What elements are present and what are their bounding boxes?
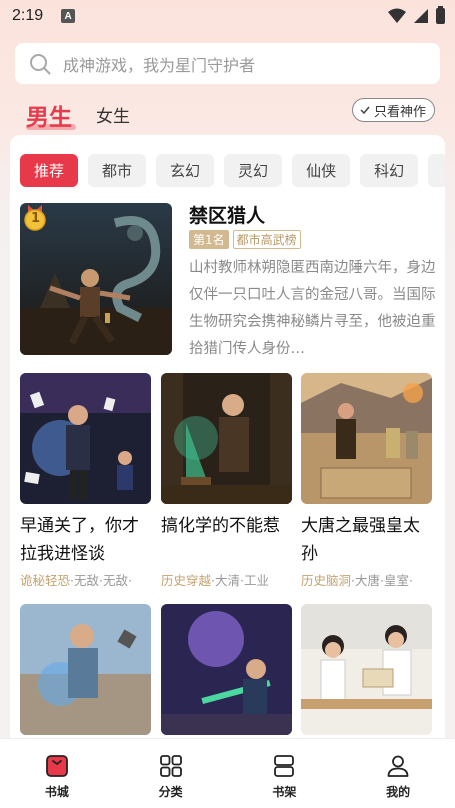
book-cover-art — [301, 604, 432, 735]
battery-icon — [436, 6, 445, 24]
book-card[interactable] — [20, 604, 152, 735]
featured-book[interactable]: 1 禁区猎人 第1名 都市高武榜 山村教师林朔隐匿西南边陲六年，身边仅伴一只口吐… — [20, 201, 440, 357]
nav-categories[interactable]: 分类 — [114, 739, 228, 808]
book-cover-art — [301, 373, 432, 504]
book-cover[interactable] — [20, 373, 151, 504]
bookshelf-icon — [274, 755, 295, 777]
book-tags: 历史脑洞·大唐·皇室· — [301, 570, 432, 589]
nav-label-bookshelf: 书架 — [272, 785, 297, 799]
only-masterpiece-toggle[interactable]: 只看神作 — [351, 98, 435, 122]
featured-book-tags: 第1名 都市高武榜 — [189, 230, 301, 249]
check-icon — [360, 106, 370, 115]
bookstore-icon — [45, 755, 68, 777]
status-time: 2:19 — [12, 7, 44, 24]
featured-book-title[interactable]: 禁区猎人 — [189, 201, 265, 228]
book-cover[interactable] — [301, 373, 432, 504]
tab-female[interactable]: 女生 — [96, 102, 130, 127]
notification-icon: A — [61, 9, 76, 23]
book-sub-tags: ·大唐·皇室· — [351, 573, 413, 588]
only-masterpiece-label: 只看神作 — [373, 104, 426, 120]
book-tags: 诡秘轻恐·无敌·无敌· — [20, 570, 151, 589]
category-chip-fantasy[interactable]: 玄幻 — [156, 154, 215, 187]
book-cover-art — [20, 373, 151, 504]
category-chip-supernatural[interactable]: 灵幻 — [224, 154, 283, 187]
book-cover-art — [20, 604, 151, 735]
search-icon — [30, 53, 51, 74]
category-chips: 推荐 都市 玄幻 灵幻 仙侠 科幻 — [20, 154, 445, 187]
category-chip-urban[interactable]: 都市 — [88, 154, 147, 187]
book-cover[interactable] — [20, 604, 151, 735]
nav-bookshelf[interactable]: 书架 — [228, 739, 342, 808]
wifi-icon — [388, 8, 406, 23]
book-cover[interactable] — [161, 373, 292, 504]
bottom-nav: 书城 分类 书架 我的 — [0, 738, 455, 808]
book-card[interactable]: 大唐之最强皇太孙 历史脑洞·大唐·皇室· — [301, 373, 433, 589]
nav-label-profile: 我的 — [386, 785, 411, 799]
rank-tag: 第1名 — [189, 230, 229, 249]
status-bar: 2:19 A — [0, 0, 455, 32]
nav-profile[interactable]: 我的 — [341, 739, 455, 808]
content-card: 推荐 都市 玄幻 灵幻 仙侠 科幻 1 禁区猎人 第1名 都市高武榜 山村教师林… — [10, 135, 445, 755]
status-icons — [388, 6, 445, 24]
book-title[interactable]: 搞化学的不能惹 — [161, 512, 293, 568]
book-card[interactable]: 搞化学的不能惹 历史穿越·大清·工业 — [161, 373, 293, 589]
search-bar[interactable]: 成神游戏，我为星门守护者 — [15, 43, 440, 84]
gender-tabs: 男生 女生 只看神作 — [0, 96, 455, 132]
featured-book-cover[interactable]: 1 — [20, 203, 172, 355]
book-card[interactable] — [161, 604, 293, 735]
nav-label-categories: 分类 — [158, 785, 183, 799]
book-sub-tags: ·大清·工业 — [211, 573, 269, 588]
book-card[interactable] — [301, 604, 433, 735]
book-cover[interactable] — [301, 604, 432, 735]
featured-book-description: 山村教师林朔隐匿西南边陲六年，身边仅伴一只口吐人言的金冠八哥。当国际生物研究会携… — [189, 260, 436, 357]
category-chip-recommend[interactable]: 推荐 — [20, 154, 79, 187]
nav-bookstore[interactable]: 书城 — [0, 739, 114, 808]
book-cover-art — [161, 373, 292, 504]
grid-icon — [159, 755, 182, 777]
category-chip-scifi[interactable]: 科幻 — [360, 154, 419, 187]
genre-rank-tag[interactable]: 都市高武榜 — [232, 230, 301, 249]
search-placeholder: 成神游戏，我为星门守护者 — [63, 55, 256, 75]
nav-label-bookstore: 书城 — [44, 785, 69, 799]
book-sub-tags: ·无敌·无敌· — [70, 573, 132, 588]
rank-badge-number: 1 — [31, 211, 41, 226]
book-main-tag: 历史脑洞 — [301, 573, 352, 588]
book-main-tag: 历史穿越 — [161, 573, 212, 588]
book-tags: 历史穿越·大清·工业 — [161, 570, 292, 589]
category-chip-more[interactable] — [428, 154, 445, 187]
book-card[interactable]: 早通关了，你才拉我进怪谈 诡秘轻恐·无敌·无敌· — [20, 373, 152, 589]
category-chip-xianxia[interactable]: 仙侠 — [292, 154, 351, 187]
book-cover[interactable] — [161, 604, 292, 735]
book-cover-art — [161, 604, 292, 735]
book-main-tag: 诡秘轻恐 — [20, 573, 71, 588]
book-title[interactable]: 大唐之最强皇太孙 — [301, 512, 433, 568]
tab-male[interactable]: 男生 — [26, 98, 72, 132]
signal-icon — [414, 9, 428, 23]
user-icon — [387, 755, 409, 777]
book-title[interactable]: 早通关了，你才拉我进怪谈 — [20, 512, 152, 568]
